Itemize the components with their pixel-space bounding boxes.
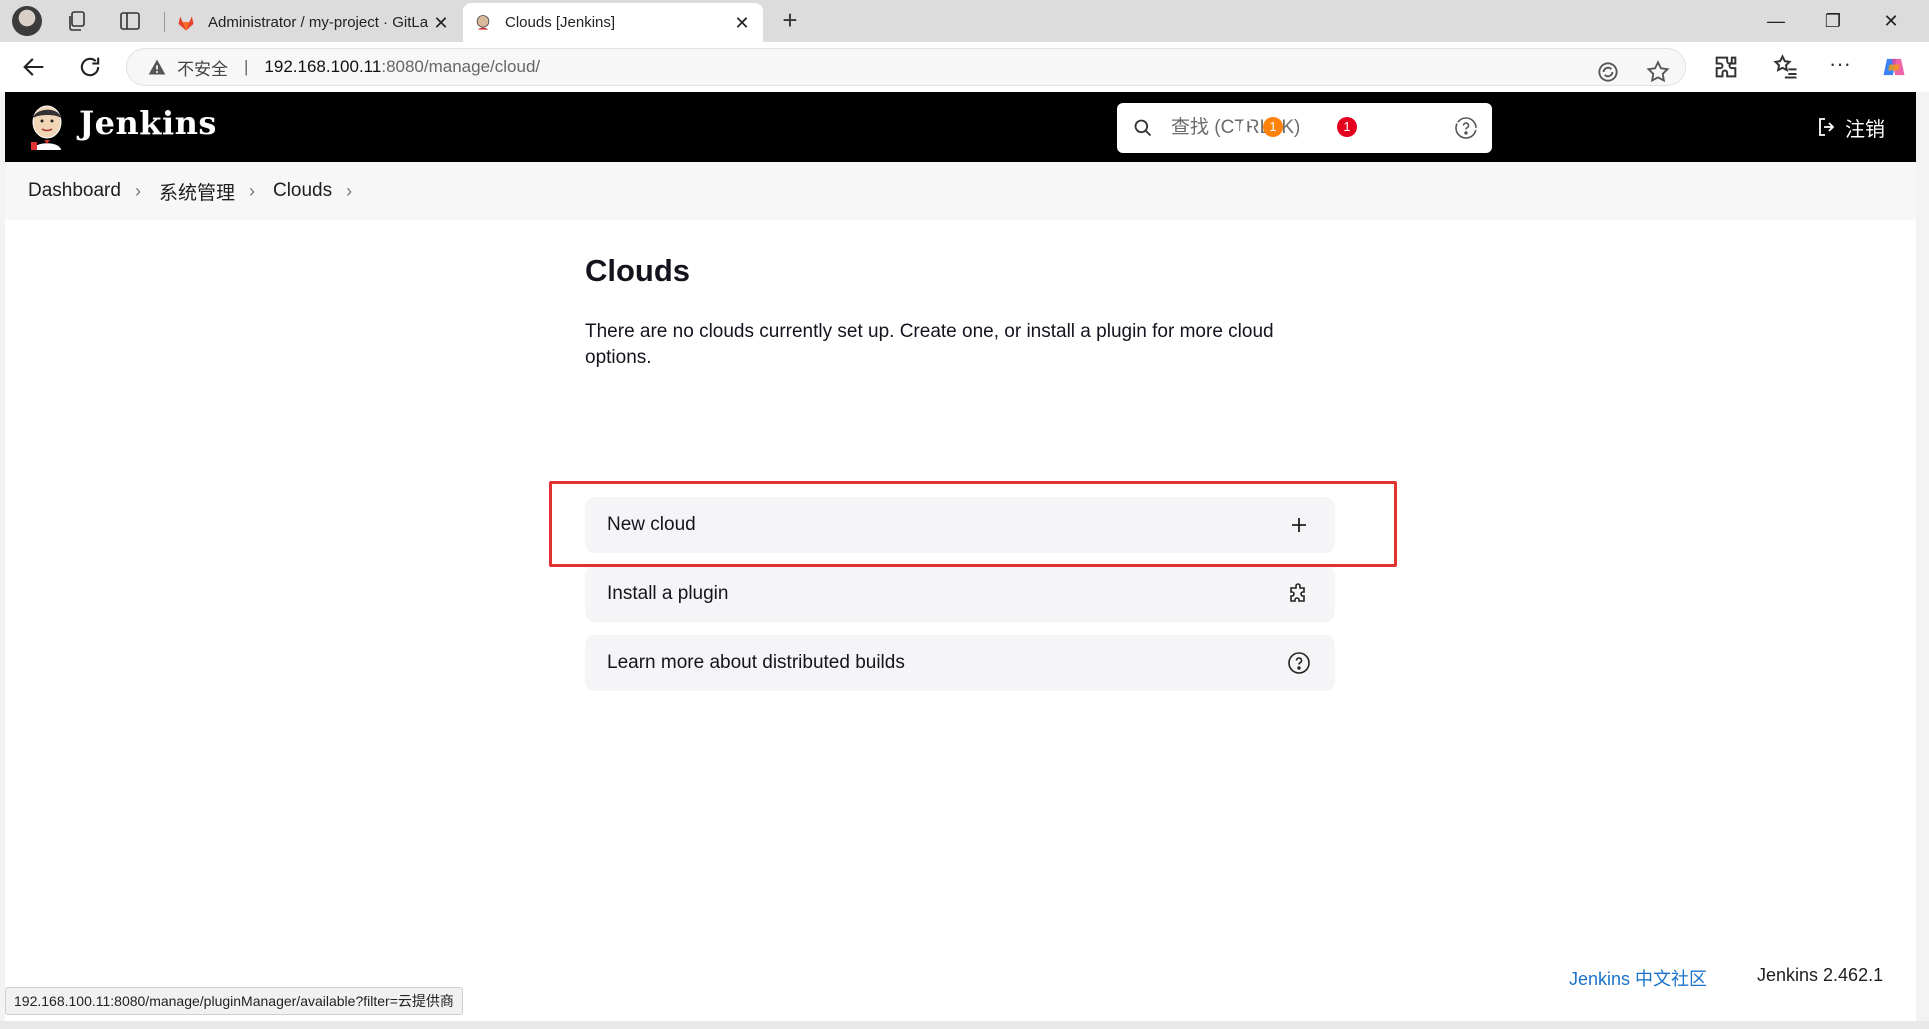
link-status-bar: 192.168.100.11:8080/manage/pluginManager… (5, 987, 463, 1015)
action-label: Install a plugin (607, 583, 729, 604)
user-name[interactable]: admin (1407, 116, 1461, 139)
tab-actions-icon[interactable] (118, 9, 142, 33)
shield-icon (1310, 116, 1330, 138)
install-plugin-button[interactable]: Install a plugin (585, 566, 1335, 622)
search-icon (1134, 119, 1152, 137)
not-secure-label[interactable]: 不安全 (177, 55, 228, 80)
security-badge: 1 (1337, 117, 1357, 137)
breadcrumb-manage[interactable]: 系统管理 (159, 178, 235, 205)
address-separator: | (244, 57, 249, 76)
copilot-icon[interactable] (1880, 53, 1908, 81)
annotation-highlight-box (549, 481, 1397, 567)
page-title: Clouds (585, 253, 691, 288)
tab-separator (164, 12, 165, 32)
tab-gitlab[interactable]: Administrator / my-project · GitLa ✕ (166, 3, 462, 42)
jenkins-brand[interactable]: Jenkins (79, 104, 217, 142)
notifications-badge: 1 (1263, 117, 1283, 137)
jenkins-favicon-icon (476, 14, 490, 30)
profile-avatar[interactable] (12, 6, 42, 36)
breadcrumb: Dashboard › 系统管理 › Clouds › (5, 162, 1916, 220)
url-host: 192.168.100.11 (264, 57, 382, 76)
browser-toolbar: 不安全 | 192.168.100.11:8080/manage/cloud/ … (0, 42, 1929, 92)
bell-icon (1236, 119, 1258, 138)
tab-title: Clouds [Jenkins] (505, 14, 616, 31)
gitlab-favicon-icon (178, 15, 194, 30)
logout-icon (1819, 118, 1835, 136)
reload-icon[interactable] (76, 53, 104, 81)
learn-distributed-builds-button[interactable]: Learn more about distributed builds (585, 635, 1335, 691)
not-secure-warning-icon[interactable] (147, 57, 167, 77)
tab-close-icon[interactable]: ✕ (432, 14, 450, 32)
breadcrumb-clouds[interactable]: Clouds (273, 180, 332, 202)
extensions-icon[interactable] (1712, 53, 1740, 81)
tab-jenkins-clouds[interactable]: Clouds [Jenkins] ✕ (463, 3, 763, 42)
tab-close-icon[interactable]: ✕ (733, 14, 751, 32)
chevron-right-icon[interactable]: › (135, 181, 141, 202)
logout-button[interactable]: 注销 (1815, 110, 1885, 144)
chevron-right-icon[interactable]: › (346, 181, 352, 202)
favorites-list-icon[interactable] (1772, 53, 1800, 81)
breadcrumb-dashboard[interactable]: Dashboard (28, 180, 121, 202)
browser-tab-strip: Administrator / my-project · GitLa ✕ Clo… (0, 0, 1929, 42)
more-menu-icon[interactable]: ··· (1826, 53, 1854, 81)
address-bar[interactable]: 不安全 | 192.168.100.11:8080/manage/cloud/ (126, 48, 1686, 86)
restore-button[interactable]: ❐ (1820, 8, 1846, 34)
chevron-right-icon[interactable]: › (249, 181, 255, 202)
chevron-down-icon[interactable] (1469, 120, 1483, 134)
help-circle-icon (1288, 652, 1310, 674)
main-content: Clouds There are no clouds currently set… (585, 220, 1345, 691)
action-label: Learn more about distributed builds (607, 652, 905, 673)
jenkins-version[interactable]: Jenkins 2.462.1 (1757, 965, 1883, 986)
jenkins-community-link[interactable]: Jenkins 中文社区 (1569, 965, 1707, 991)
jenkins-logo-icon[interactable] (27, 102, 67, 152)
security-warnings-button[interactable]: 1 (1307, 110, 1357, 144)
immersive-reader-icon[interactable] (1595, 59, 1621, 85)
puzzle-icon (1290, 583, 1305, 602)
page-viewport: Jenkins 1 1 admin 注销 Dashboard › 系统管理 › (5, 92, 1916, 1021)
window-close-button[interactable]: ✕ (1878, 8, 1904, 34)
user-menu[interactable]: admin (1373, 110, 1483, 144)
url-path: :8080/manage/cloud/ (381, 57, 541, 76)
notifications-button[interactable]: 1 (1235, 110, 1283, 144)
jenkins-header: Jenkins 1 1 admin 注销 (5, 92, 1916, 162)
logout-label[interactable]: 注销 (1845, 113, 1885, 142)
window-bottom-edge (0, 1021, 1929, 1029)
minimize-button[interactable]: — (1763, 8, 1789, 34)
new-tab-button[interactable]: + (778, 7, 802, 33)
workspaces-icon[interactable] (65, 9, 89, 33)
user-avatar-icon (1374, 115, 1398, 139)
tab-title: Administrator / my-project · GitLa (208, 14, 429, 31)
empty-state-description: There are no clouds currently set up. Cr… (585, 321, 1274, 368)
favorite-star-icon[interactable] (1645, 59, 1671, 85)
back-icon[interactable] (20, 53, 48, 81)
